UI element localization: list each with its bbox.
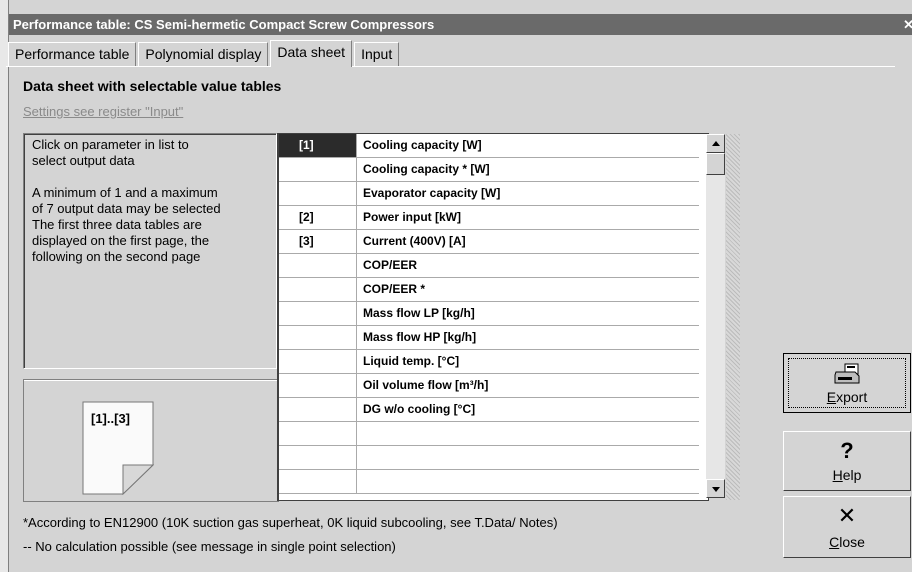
parameter-row[interactable] — [279, 446, 699, 470]
parameter-name: COP/EER * — [363, 282, 426, 296]
parameter-row[interactable]: COP/EER * — [279, 278, 699, 302]
parameter-name: Evaporator capacity [W] — [363, 186, 501, 200]
parameter-row[interactable]: [2] Power input [kW] — [279, 206, 699, 230]
parameter-index — [279, 158, 357, 181]
parameter-index — [279, 302, 357, 325]
tab-bar: Performance table Polynomial display Dat… — [8, 40, 401, 67]
close-label: lose — [839, 534, 865, 550]
parameter-index — [279, 446, 357, 469]
instruction-line: displayed on the first page, the — [32, 233, 210, 248]
parameter-index: [2] — [279, 206, 357, 229]
parameter-row[interactable]: DG w/o cooling [°C] — [279, 398, 699, 422]
parameter-index — [279, 398, 357, 421]
close-icon[interactable]: ✕ — [903, 14, 912, 35]
tab-data-sheet[interactable]: Data sheet — [270, 40, 353, 67]
footnote-no-calculation: -- No calculation possible (see message … — [23, 539, 396, 554]
scroll-thumb[interactable] — [706, 153, 725, 175]
parameter-row[interactable]: [3] Current (400V) [A] — [279, 230, 699, 254]
parameter-index — [279, 278, 357, 301]
help-button[interactable]: ? Help — [783, 431, 911, 491]
help-mnemonic: H — [832, 467, 843, 483]
parameter-name: Oil volume flow [m³/h] — [363, 378, 489, 392]
title-bar[interactable]: Performance table: CS Semi-hermetic Comp… — [9, 14, 912, 35]
parameter-name: Cooling capacity [W] — [363, 138, 482, 152]
parameter-row[interactable]: [1] Cooling capacity [W] — [279, 134, 699, 158]
footnote-en12900: *According to EN12900 (10K suction gas s… — [23, 515, 558, 530]
export-label: xport — [836, 389, 868, 405]
parameter-name: Power input [kW] — [363, 210, 461, 224]
parameter-row[interactable]: Cooling capacity * [W] — [279, 158, 699, 182]
export-button[interactable]: Export — [783, 353, 911, 413]
window-title: Performance table: CS Semi-hermetic Comp… — [13, 17, 435, 32]
close-button[interactable]: ✕ Close — [783, 496, 911, 558]
instruction-line: of 7 output data may be selected — [32, 201, 221, 216]
parameter-row[interactable]: Oil volume flow [m³/h] — [279, 374, 699, 398]
parameter-index — [279, 374, 357, 397]
help-label: elp — [842, 467, 862, 483]
parameter-row[interactable]: Mass flow LP [kg/h] — [279, 302, 699, 326]
parameter-index — [279, 254, 357, 277]
parameter-index — [279, 326, 357, 349]
preview-page-label: [1]..[3] — [91, 411, 130, 426]
printer-icon — [834, 363, 860, 384]
scroll-track[interactable] — [706, 175, 725, 479]
page-preview-box: [1]..[3] — [23, 379, 279, 502]
instruction-line: The first three data tables are — [32, 217, 202, 232]
parameter-name: Current (400V) [A] — [363, 234, 466, 248]
settings-link: Settings see register "Input" — [23, 104, 184, 119]
parameter-list-scrollbar[interactable] — [706, 134, 725, 498]
parameter-index: [1] — [279, 134, 357, 157]
instruction-line: Click on parameter in list to — [32, 137, 189, 152]
parameter-row[interactable]: Mass flow HP [kg/h] — [279, 326, 699, 350]
parameter-row[interactable]: Evaporator capacity [W] — [279, 182, 699, 206]
instruction-line: select output data — [32, 153, 135, 168]
scroll-down-button[interactable] — [706, 479, 725, 498]
parameter-name: Mass flow LP [kg/h] — [363, 306, 475, 320]
parameter-name: DG w/o cooling [°C] — [363, 402, 476, 416]
parameter-row[interactable]: COP/EER — [279, 254, 699, 278]
scroll-up-button[interactable] — [706, 134, 725, 153]
parameter-row[interactable]: Liquid temp. [°C] — [279, 350, 699, 374]
parameter-index — [279, 422, 357, 445]
parameter-index — [279, 182, 357, 205]
top-strip — [9, 0, 912, 14]
parameter-name: COP/EER — [363, 258, 418, 272]
parameter-list[interactable]: [1] Cooling capacity [W] Cooling capacity … — [277, 133, 709, 501]
instruction-line: following on the second page — [32, 249, 201, 264]
parameter-row[interactable] — [279, 422, 699, 446]
parameter-index — [279, 470, 357, 493]
panel-heading: Data sheet with selectable value tables — [23, 78, 282, 94]
instructions-box: Click on parameter in list to select out… — [23, 133, 277, 369]
tab-performance-table[interactable]: Performance table — [8, 42, 137, 66]
parameter-row[interactable] — [279, 470, 699, 494]
export-mnemonic: E — [826, 389, 837, 405]
parameter-index: [3] — [279, 230, 357, 253]
help-icon: ? — [840, 438, 854, 463]
tab-input[interactable]: Input — [354, 42, 400, 66]
parameter-index — [279, 350, 357, 373]
instruction-line: A minimum of 1 and a maximum — [32, 185, 218, 200]
parameter-name: Liquid temp. [°C] — [363, 354, 460, 368]
parameter-name: Cooling capacity * [W] — [363, 162, 490, 176]
parameter-name: Mass flow HP [kg/h] — [363, 330, 477, 344]
splitter-bar[interactable] — [726, 134, 740, 500]
close-x-icon: ✕ — [837, 503, 857, 528]
tab-polynomial-display[interactable]: Polynomial display — [138, 42, 269, 66]
close-mnemonic: C — [829, 534, 840, 550]
